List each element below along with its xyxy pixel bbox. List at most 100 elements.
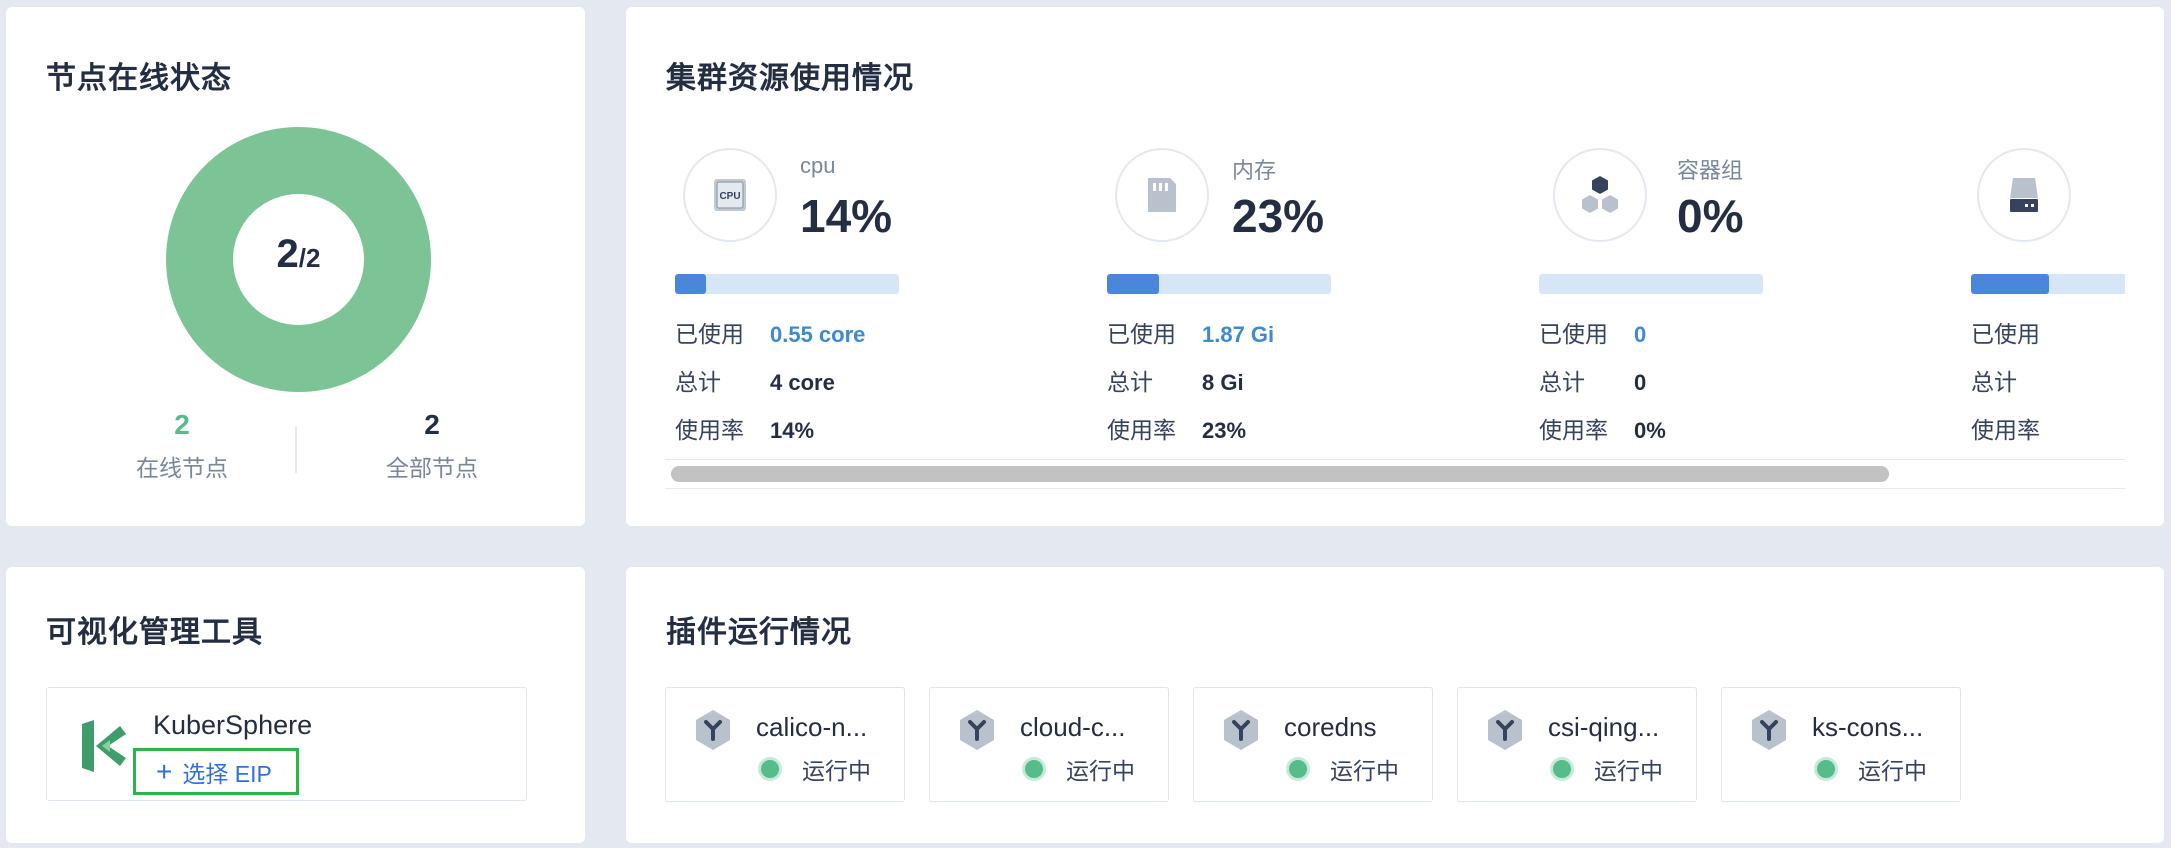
horizontal-scrollbar[interactable] [665,459,2125,489]
svg-text:CPU: CPU [719,191,740,202]
pods-rate-label: 使用率 [1539,417,1608,443]
plugin-card[interactable]: calico-n... 运行中 [665,687,905,802]
memory-name: 内存 [1232,158,1277,183]
management-tools-card: 可视化管理工具 KuberSphere + 选择 EIP [6,567,585,843]
memory-used-row: 已使用 1.87 Gi [1107,315,1274,349]
pods-total-value: 0 [1634,370,1647,395]
plugin-status-label: 运行中 [1594,758,1663,784]
memory-rate-label: 使用率 [1107,417,1176,443]
pods-icon-circle [1553,148,1647,242]
cpu-used-label: 已使用 [675,321,744,347]
disk-total-label: 总计 [1971,369,2017,395]
total-nodes-stat: 2 全部节点 [322,409,542,483]
pods-rate-value: 0% [1634,418,1666,443]
disk-usage-bar-fill [1971,274,2050,294]
plugin-card[interactable]: csi-qing... 运行中 [1457,687,1697,802]
memory-rate-value: 23% [1202,418,1247,443]
cpu-usage-bar [675,274,899,294]
pods-rate-row: 使用率 0% [1539,411,1666,445]
plugin-status-label: 运行中 [1858,758,1927,784]
node-status-title: 节点在线状态 [46,62,232,95]
cpu-used-value: 0.55 core [770,322,866,347]
running-status-dot [758,757,782,781]
disk-rate-label: 使用率 [1971,417,2040,443]
pods-name: 容器组 [1677,158,1744,183]
pods-total-row: 总计 0 [1539,363,1646,397]
plugin-hex-icon [1752,710,1786,750]
plugin-status: 运行中 [1020,752,1135,786]
online-nodes-count: 2 [174,409,190,440]
cpu-percent: 14% [800,190,893,242]
plugin-hex-icon [1488,710,1522,750]
donut-online-count: 2 [276,232,299,276]
memory-total-row: 总计 8 Gi [1107,363,1244,397]
cluster-resources-title: 集群资源使用情况 [666,62,914,95]
resource-cpu: CPU cpu 14% 已使用 0.55 core 总计 4 core 使用率 14% [675,127,1095,457]
cpu-icon: CPU [714,179,746,211]
cluster-resources-card: 集群资源使用情况 CPU cpu 14% 已使用 0.55 core 总计 4 co… [626,7,2164,526]
memory-total-value: 8 Gi [1202,370,1244,395]
plugin-status: 运行中 [1548,752,1663,786]
cpu-name: cpu [800,153,836,178]
online-nodes-stat: 2 在线节点 [72,409,292,483]
kubesphere-tool-item[interactable]: KuberSphere + 选择 EIP [46,687,527,801]
pods-usage-bar [1539,274,1763,294]
cpu-total-row: 总计 4 core [675,363,835,397]
plugin-card[interactable]: coredns 运行中 [1193,687,1433,802]
memory-usage-bar-fill [1107,274,1159,294]
pods-used-label: 已使用 [1539,321,1608,347]
disk-used-label: 已使用 [1971,321,2040,347]
running-status-dot [1814,757,1838,781]
running-status-dot [1550,757,1574,781]
donut-center-label: 2/2 [166,232,431,277]
disk-rate-row: 使用率 [1971,411,2066,445]
cpu-rate-row: 使用率 14% [675,411,814,445]
plugin-card[interactable]: cloud-c... 运行中 [929,687,1169,802]
scrollbar-thumb[interactable] [671,466,1889,482]
cpu-icon-circle: CPU [683,148,777,242]
pods-icon [1582,176,1618,213]
node-stat-divider [295,427,297,473]
donut-total-fraction: /2 [298,243,321,273]
plugin-status-label: 运行中 [1066,758,1135,784]
plugin-status: 运行中 [756,752,871,786]
disk-icon-circle [1977,148,2071,242]
online-nodes-label: 在线节点 [136,455,228,481]
memory-card-icon [1148,178,1176,212]
total-nodes-count: 2 [424,409,440,440]
memory-icon-circle [1115,148,1209,242]
plugin-status-label: 运行中 [802,758,871,784]
management-tools-title: 可视化管理工具 [46,616,263,649]
plugin-card[interactable]: ks-cons... 运行中 [1721,687,1961,802]
plugins-card: 插件运行情况 calico-n... 运行中 cloud-c... 运行中 coredn… [626,567,2164,843]
plugin-status-label: 运行中 [1330,758,1399,784]
resource-disk: 已使用 总计 使用率 [1971,127,2125,457]
pods-used-row: 已使用 0 [1539,315,1646,349]
plugin-status: 运行中 [1284,752,1399,786]
select-eip-label: 选择 EIP [182,760,272,787]
resource-memory: 内存 23% 已使用 1.87 Gi 总计 8 Gi 使用率 23% [1107,127,1527,457]
kubesphere-name: KuberSphere [153,710,313,740]
plugins-title: 插件运行情况 [666,616,852,649]
cpu-total-label: 总计 [675,369,721,395]
total-nodes-label: 全部节点 [386,455,478,481]
pods-used-value: 0 [1634,322,1647,347]
plugin-name: calico-n... [756,712,868,742]
plus-icon: + [156,755,173,787]
disk-used-row: 已使用 [1971,315,2066,349]
disk-total-row: 总计 [1971,363,2066,397]
plugin-name: cloud-c... [1020,712,1126,742]
plugin-hex-icon [696,710,730,750]
cpu-rate-value: 14% [770,418,815,443]
memory-usage-bar [1107,274,1331,294]
disk-usage-bar [1971,274,2125,294]
plugin-name: coredns [1284,712,1377,742]
memory-rate-row: 使用率 23% [1107,411,1246,445]
select-eip-button[interactable]: + 选择 EIP [133,748,299,795]
plugin-hex-icon [960,710,994,750]
pods-total-label: 总计 [1539,369,1585,395]
resources-scroll-area[interactable]: CPU cpu 14% 已使用 0.55 core 总计 4 core 使用率 14%… [665,127,2125,467]
memory-used-label: 已使用 [1107,321,1176,347]
disk-icon [2010,178,2038,212]
plugin-status: 运行中 [1812,752,1927,786]
